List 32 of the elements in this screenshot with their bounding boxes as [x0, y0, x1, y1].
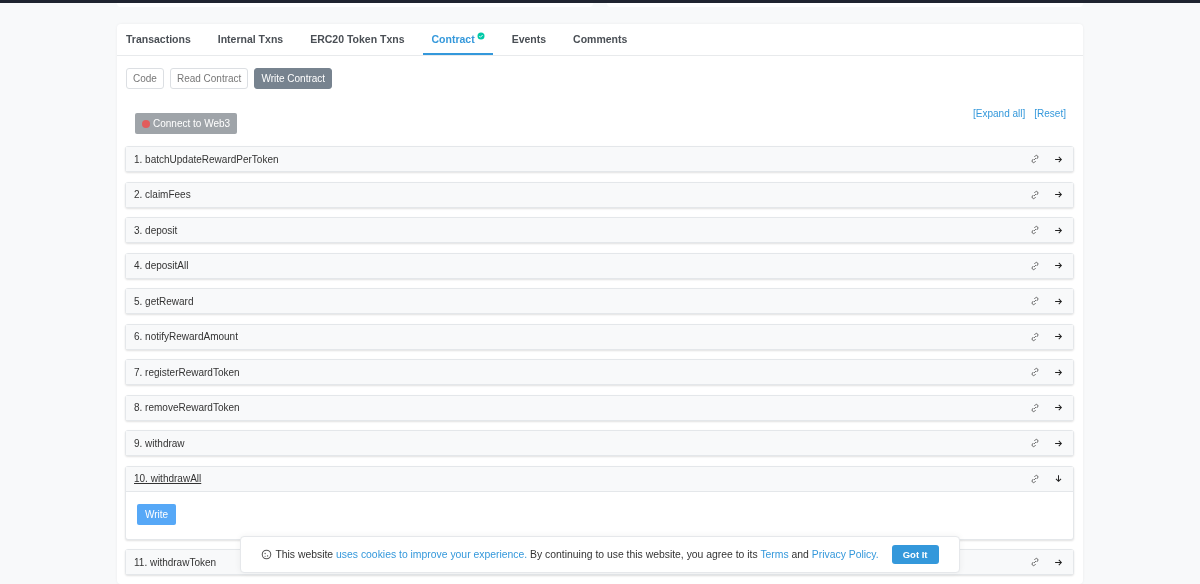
link-icon	[1030, 225, 1040, 235]
tab[interactable]: Internal Txns	[209, 24, 292, 55]
sub-tab[interactable]: Write Contract	[254, 68, 333, 89]
link-icon	[1030, 557, 1040, 567]
sub-tab[interactable]: Read Contract	[169, 68, 249, 89]
function-name[interactable]: 3. deposit	[134, 224, 178, 236]
function-name[interactable]: 4. depositAll	[134, 260, 189, 271]
function-name[interactable]: 2. claimFees	[134, 189, 191, 200]
tab[interactable]: Events	[503, 24, 555, 55]
tab[interactable]: Transactions	[118, 24, 199, 55]
tab[interactable]: Comments	[565, 24, 636, 55]
link-icon	[1030, 367, 1040, 377]
link-icon	[1030, 296, 1040, 306]
function-name[interactable]: 11. withdrawToken	[134, 556, 217, 568]
function-name[interactable]: 10. withdrawAll	[134, 473, 202, 484]
function-name[interactable]: 1. batchUpdateRewardPerToken	[134, 153, 279, 165]
link-icon	[1030, 260, 1040, 271]
link-icon	[1030, 473, 1040, 484]
link-icon	[1030, 402, 1040, 413]
link-icon	[1030, 331, 1040, 342]
cookie-icon	[261, 549, 273, 560]
link-icon	[1030, 189, 1040, 200]
link-icon	[1030, 438, 1040, 448]
tab[interactable]: ERC20 Token Txns	[302, 24, 413, 55]
function-name[interactable]: 5. getReward	[134, 295, 194, 307]
sub-tab[interactable]: Code	[126, 68, 164, 89]
function-name[interactable]: 9. withdraw	[134, 437, 185, 449]
link-icon	[1030, 154, 1040, 164]
function-name[interactable]: 7. registerRewardToken	[134, 366, 240, 378]
cookie-notice: This website uses cookies to improve your experience. By continuing to use this website, you agree to its Terms and Privacy Policy.	[275, 549, 879, 560]
function-name[interactable]: 6. notifyRewardAmount	[134, 331, 238, 342]
function-name[interactable]: 8. removeRewardToken	[134, 402, 240, 413]
